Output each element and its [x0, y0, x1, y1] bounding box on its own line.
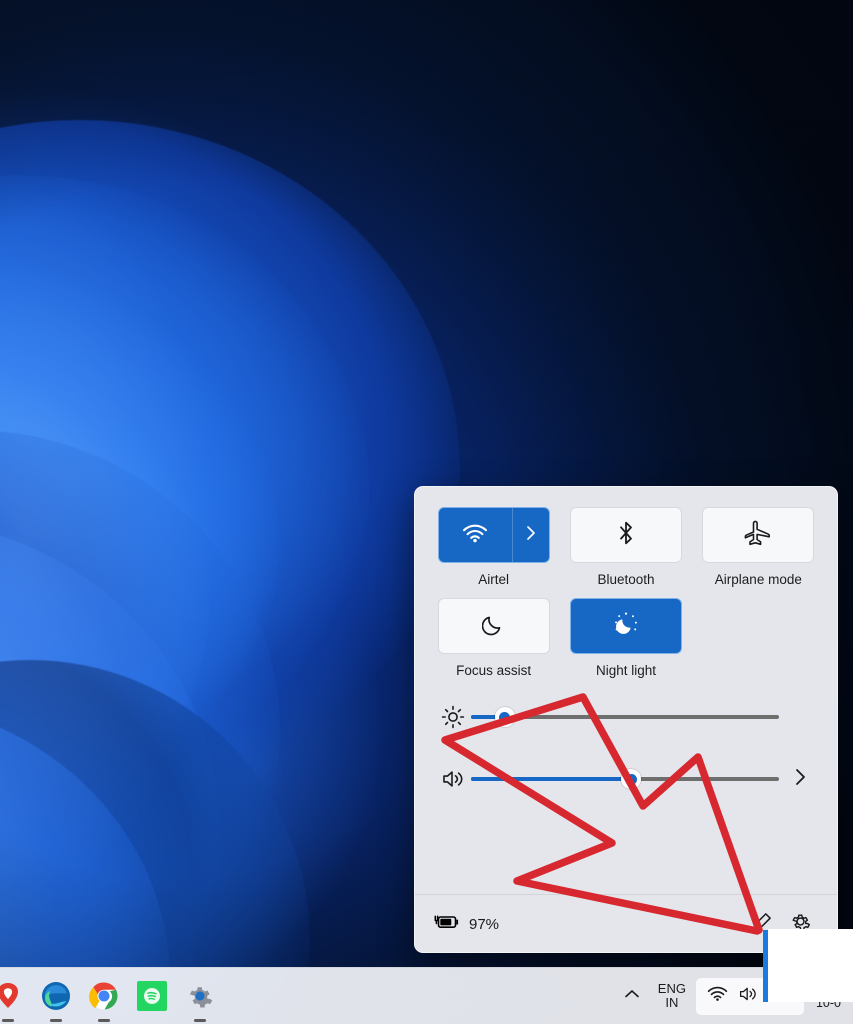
- taskbar-running-indicator: [50, 1019, 62, 1022]
- spotify-icon: [137, 981, 167, 1011]
- volume-icon: [738, 985, 758, 1008]
- battery-percent-label: 97%: [469, 915, 500, 933]
- volume-slider-fill: [471, 777, 632, 781]
- microsoft-edge-icon: [42, 982, 70, 1010]
- quick-tile-airplane-main[interactable]: [703, 508, 813, 562]
- volume-slider-row: [435, 756, 817, 802]
- taskbar-app-settings[interactable]: [180, 976, 220, 1022]
- battery-charging-icon: [433, 913, 461, 936]
- volume-slider[interactable]: [471, 769, 779, 789]
- quick-tile-label-bluetooth: Bluetooth: [597, 572, 655, 587]
- chevron-up-icon: [624, 987, 640, 1005]
- tile-cell-airplane: Airplane mode: [700, 507, 817, 587]
- wifi-icon: [462, 523, 488, 548]
- quick-tile-airplane-mode[interactable]: [702, 507, 815, 563]
- overlay-white-box-artifact: [768, 929, 853, 1002]
- show-hidden-icons-button[interactable]: [616, 976, 648, 1016]
- quick-tile-bluetooth-main[interactable]: [571, 508, 681, 562]
- tile-cell-empty: [700, 598, 817, 678]
- settings-gear-icon: [189, 987, 213, 1008]
- tile-cell-bluetooth: Bluetooth: [567, 507, 684, 587]
- brightness-slider-thumb[interactable]: [494, 707, 515, 727]
- google-chrome-icon: [89, 982, 118, 1010]
- brightness-slider[interactable]: [471, 707, 779, 727]
- taskbar-app-edge[interactable]: [36, 976, 76, 1022]
- tile-cell-night-light: Night light: [567, 598, 684, 678]
- quick-tile-night-light[interactable]: [569, 598, 682, 654]
- moon-icon: [481, 611, 506, 642]
- brightness-icon: [435, 705, 471, 729]
- quick-tile-focus-assist[interactable]: [437, 598, 550, 654]
- volume-icon: [435, 768, 471, 790]
- taskbar-running-indicator: [2, 1019, 14, 1022]
- quick-settings-body: Airtel Bluetooth Airplane mode Focus ass…: [415, 487, 837, 802]
- language-indicator[interactable]: ENG IN: [650, 975, 694, 1017]
- volume-slider-thumb[interactable]: [621, 769, 642, 789]
- desktop-screen: Airtel Bluetooth Airplane mode Focus ass…: [0, 0, 853, 1024]
- chevron-right-icon: [526, 525, 536, 546]
- airplane-icon: [744, 520, 772, 551]
- quick-tile-focus-assist-main[interactable]: [439, 599, 549, 653]
- language-line-1: ENG: [657, 980, 686, 996]
- quick-settings-tile-grid-row2: Focus assist Night light: [435, 598, 817, 678]
- language-line-2: IN: [665, 995, 679, 1010]
- quick-tile-label-night-light: Night light: [595, 663, 657, 678]
- night-light-icon: [612, 610, 640, 643]
- brightness-slider-row: [435, 694, 817, 740]
- quick-tile-wifi-chevron[interactable]: [511, 508, 549, 562]
- tile-cell-focus-assist: Focus assist: [435, 598, 552, 678]
- quick-settings-tile-grid-row1: Airtel Bluetooth Airplane mode: [435, 507, 817, 587]
- quick-tile-bluetooth[interactable]: [569, 507, 682, 563]
- taskbar: ENG IN 10-0: [0, 967, 853, 1024]
- quick-settings-panel: Airtel Bluetooth Airplane mode Focus ass…: [414, 486, 838, 953]
- bluetooth-icon: [616, 519, 636, 552]
- quick-tile-wifi[interactable]: [437, 507, 550, 563]
- quick-tile-wifi-main[interactable]: [439, 508, 512, 562]
- taskbar-app-list: [0, 976, 220, 1022]
- taskbar-running-indicator: [194, 1019, 206, 1022]
- taskbar-app-chrome[interactable]: [84, 976, 124, 1022]
- wifi-icon: [707, 985, 728, 1007]
- volume-output-chevron[interactable]: [783, 768, 817, 791]
- quick-tile-label-wifi: Airtel: [478, 572, 510, 587]
- chevron-right-icon: [794, 768, 806, 791]
- quick-tile-night-light-main[interactable]: [571, 599, 681, 653]
- quick-tile-label-focus-assist: Focus assist: [456, 663, 532, 678]
- taskbar-app-spotify[interactable]: [132, 976, 172, 1016]
- tile-cell-wifi: Airtel: [435, 507, 552, 587]
- partial-app-icon: [0, 983, 18, 1008]
- quick-tile-label-airplane-mode: Airplane mode: [714, 572, 802, 587]
- taskbar-app-partial[interactable]: [0, 976, 28, 1022]
- battery-status[interactable]: 97%: [433, 913, 499, 936]
- taskbar-running-indicator: [98, 1019, 110, 1022]
- brightness-slider-track[interactable]: [471, 715, 779, 719]
